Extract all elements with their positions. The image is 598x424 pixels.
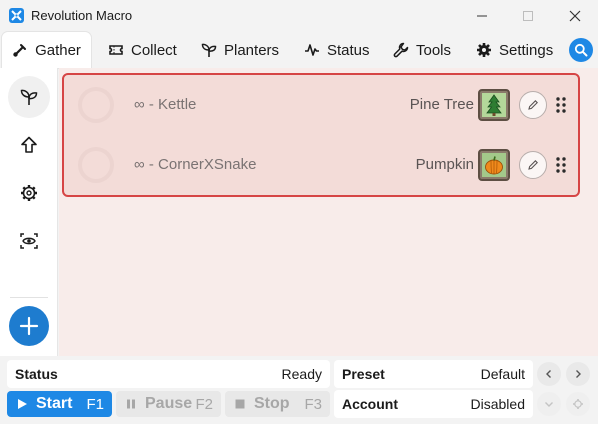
- maximize-button[interactable]: [505, 0, 551, 32]
- preset-value: Default: [480, 366, 525, 382]
- status-cell: Status Ready: [7, 360, 330, 388]
- start-hotkey: F1: [86, 395, 104, 413]
- arrow-up-icon: [21, 136, 37, 153]
- status-label: Status: [15, 366, 58, 382]
- preset-next-button[interactable]: [566, 362, 590, 386]
- tab-label: Settings: [499, 41, 554, 59]
- tab-bar: Gather Collect Planters Status Tools Set…: [0, 32, 598, 68]
- preset-previous-button[interactable]: [537, 362, 561, 386]
- plus-icon: [19, 316, 39, 336]
- tab-planters[interactable]: Planters: [201, 32, 279, 68]
- sprout-icon: [201, 42, 217, 58]
- tab-gather[interactable]: Gather: [2, 32, 91, 68]
- preset-label: Preset: [342, 366, 385, 382]
- gear-icon: [573, 399, 583, 409]
- chevron-left-icon: [546, 370, 551, 378]
- start-label: Start: [36, 395, 73, 412]
- minimize-button[interactable]: [459, 0, 505, 32]
- ticket-icon: [108, 42, 124, 58]
- account-dropdown-button[interactable]: [537, 392, 561, 416]
- gather-icon: [12, 42, 28, 58]
- sidebar-item-planters[interactable]: [8, 76, 50, 118]
- start-button[interactable]: Start F1: [7, 391, 112, 417]
- tab-label: Planters: [224, 41, 280, 59]
- gear-icon: [476, 42, 492, 58]
- pause-button[interactable]: Pause F2: [116, 391, 221, 417]
- window-title: Revolution Macro: [31, 8, 133, 23]
- add-task-button[interactable]: [9, 306, 49, 346]
- search-button[interactable]: [569, 38, 593, 62]
- title-bar: Revolution Macro: [0, 0, 598, 32]
- sidebar-item-vision[interactable]: [8, 220, 50, 262]
- wrench-icon: [393, 42, 409, 58]
- account-cell[interactable]: Account Disabled: [334, 390, 533, 418]
- stop-button[interactable]: Stop F3: [225, 391, 330, 417]
- stop-hotkey: F3: [304, 395, 322, 413]
- chevron-down-icon: [545, 402, 553, 407]
- status-value: Ready: [281, 366, 322, 382]
- tab-label: Gather: [35, 41, 81, 59]
- play-icon: [18, 399, 27, 409]
- account-label: Account: [342, 396, 398, 412]
- gather-panel: ∞ - Kettle Pine Tree ∞ - CornerXSnake Pu…: [59, 68, 598, 356]
- sidebar-item-settings[interactable]: [8, 172, 50, 214]
- pulse-icon: [304, 42, 320, 58]
- chevron-right-icon: [576, 370, 581, 378]
- account-settings-button[interactable]: [566, 392, 590, 416]
- status-bar: Status Ready Preset Default Start F1 Pau…: [0, 356, 598, 424]
- selection-outline: [62, 73, 580, 197]
- sidebar: [0, 68, 58, 356]
- tab-status[interactable]: Status: [304, 32, 370, 68]
- tab-settings[interactable]: Settings: [476, 32, 553, 68]
- preset-cell[interactable]: Preset Default: [334, 360, 533, 388]
- app-logo-icon: [9, 8, 24, 23]
- tab-collect[interactable]: Collect: [108, 32, 177, 68]
- tab-tools[interactable]: Tools: [393, 32, 451, 68]
- stop-icon: [235, 399, 245, 409]
- account-value: Disabled: [470, 396, 525, 412]
- pause-icon: [127, 399, 135, 409]
- pause-hotkey: F2: [195, 395, 213, 413]
- sprout-icon: [20, 89, 38, 105]
- gear-icon: [21, 185, 37, 201]
- tab-label: Tools: [416, 41, 452, 59]
- tab-label: Status: [327, 41, 370, 59]
- sidebar-item-upload[interactable]: [8, 124, 50, 166]
- stop-label: Stop: [254, 395, 290, 412]
- search-icon: [574, 43, 588, 57]
- eye-scan-icon: [20, 233, 38, 249]
- sidebar-divider: [10, 297, 48, 298]
- tab-label: Collect: [131, 41, 177, 59]
- pause-label: Pause: [145, 395, 193, 412]
- close-button[interactable]: [552, 0, 598, 32]
